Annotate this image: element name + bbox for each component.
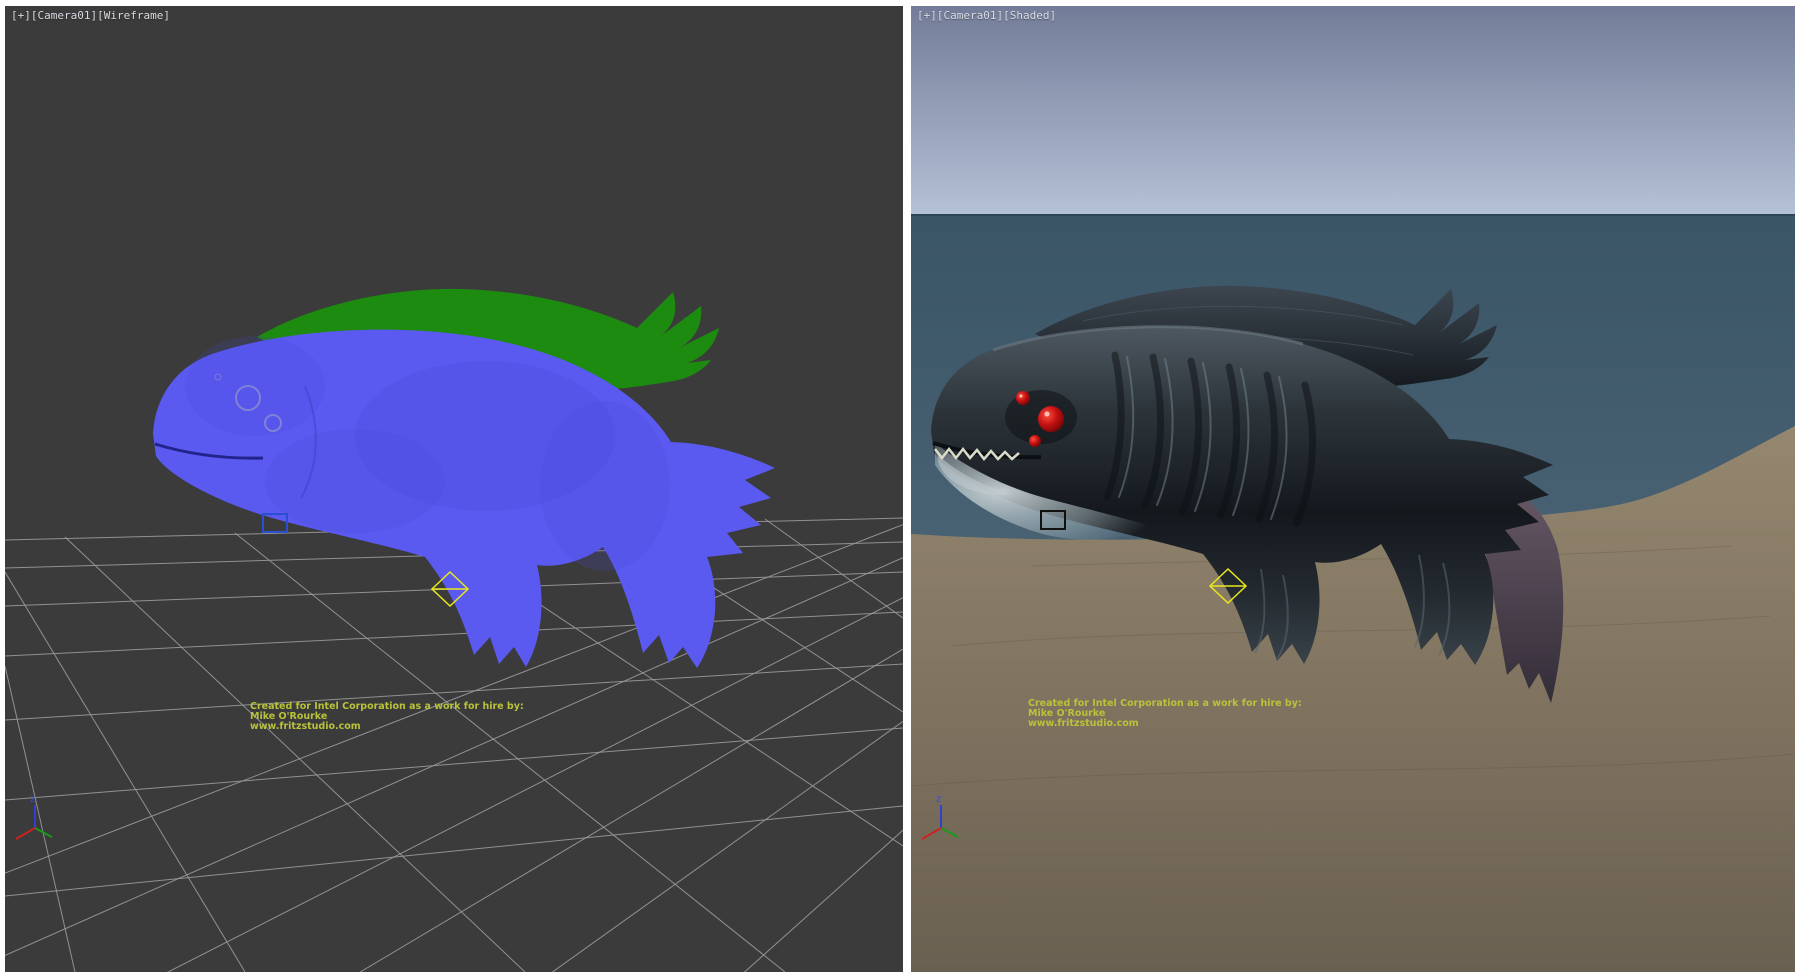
watermark-line-3: www.fritzstudio.com <box>250 721 361 732</box>
z-axis-label: z <box>936 794 941 805</box>
wireframe-canvas[interactable]: Created for Intel Corporation as a work … <box>5 6 903 972</box>
eye-small-upper <box>1016 391 1030 405</box>
sky <box>911 6 1795 214</box>
viewport-shaded[interactable]: Created for Intel Corporation as a work … <box>911 6 1795 972</box>
viewport-label-shaded[interactable]: [+][Camera01][Shaded] <box>917 9 1056 22</box>
dual-viewport-area: Created for Intel Corporation as a work … <box>0 0 1800 978</box>
z-axis-label: z <box>30 794 35 805</box>
viewport-wireframe[interactable]: Created for Intel Corporation as a work … <box>5 6 903 972</box>
viewport-label-wireframe[interactable]: [+][Camera01][Wireframe] <box>11 9 170 22</box>
eye-small-lower <box>1029 435 1041 447</box>
eye-large <box>1038 406 1064 432</box>
horizon-line <box>911 214 1795 216</box>
watermark-line-3: www.fritzstudio.com <box>1028 718 1139 729</box>
shaded-canvas[interactable]: Created for Intel Corporation as a work … <box>911 6 1795 972</box>
